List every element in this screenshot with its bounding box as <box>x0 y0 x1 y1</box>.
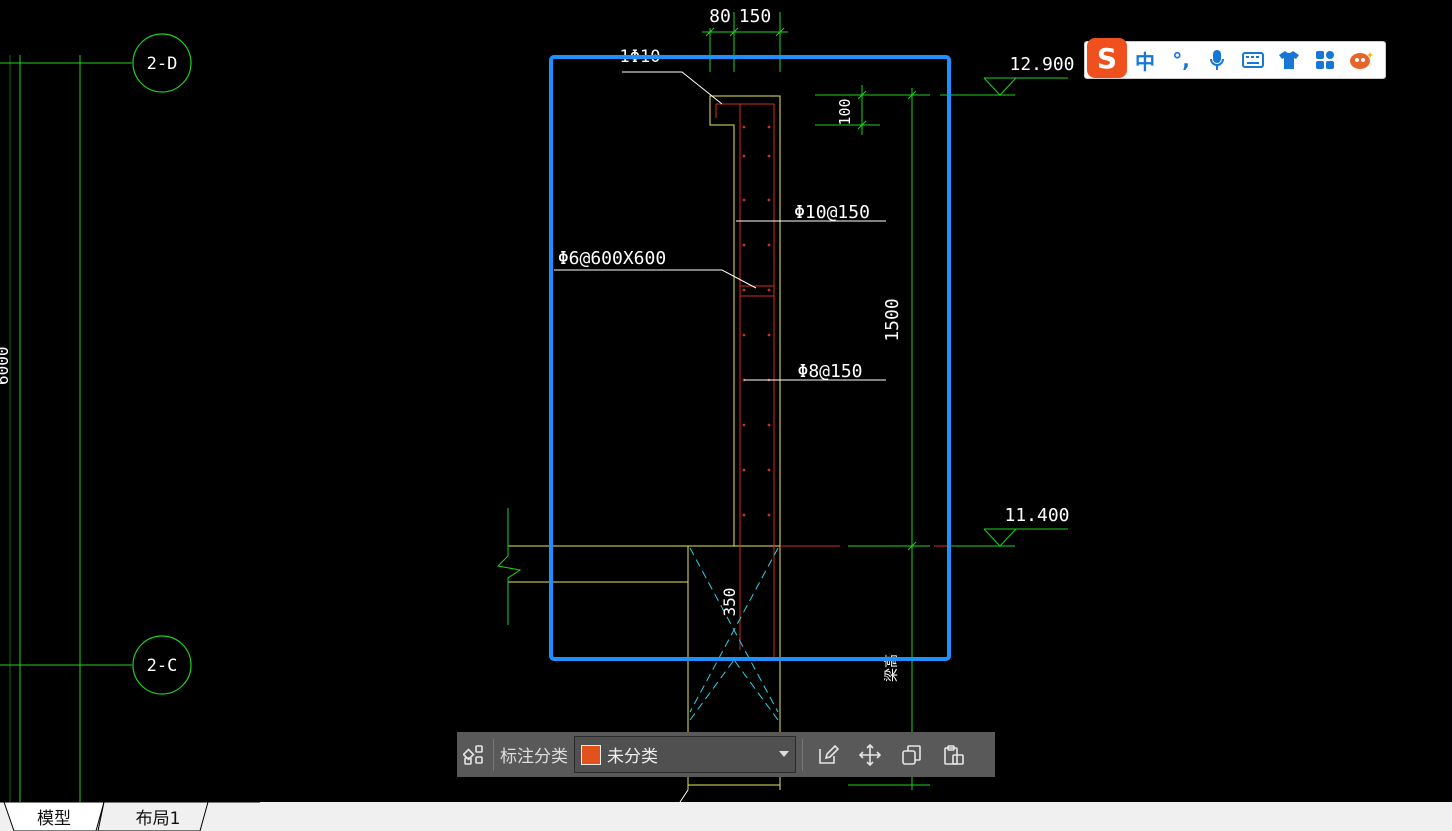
axis-bubble-2-d: 2-D <box>132 33 192 93</box>
category-color-swatch <box>581 744 601 765</box>
tab-layout1-label: 布局1 <box>135 809 181 829</box>
microphone-icon[interactable] <box>1199 45 1235 75</box>
keyboard-icon[interactable] <box>1235 45 1271 75</box>
mascot-icon[interactable] <box>1343 45 1379 75</box>
dim-80-text: 80 <box>709 6 731 27</box>
category-value: 未分类 <box>607 747 658 767</box>
leader-stub <box>679 789 689 803</box>
rebar-tie-label: Φ6@600X600 <box>558 248 666 269</box>
grid-lines <box>0 55 132 802</box>
edit-icon[interactable] <box>811 738 845 772</box>
rebar-dots <box>742 125 771 517</box>
rebar-horizontal-label: Φ10@150 <box>794 202 870 223</box>
annotation-category-label: 标注分类 <box>500 747 568 767</box>
rebar-lines <box>715 103 948 660</box>
dim-100-text: 100 <box>836 98 854 125</box>
cad-drawing-canvas[interactable]: 2-D 2-C 6000 80 150 100 1500 梁高 12.900 1… <box>0 0 1452 831</box>
elevation-bottom-text: 11.400 <box>1004 505 1069 526</box>
annotation-toolbar: 标注分类 未分类 <box>457 732 995 777</box>
toolbar-separator <box>802 738 803 771</box>
dim-1500-text: 1500 <box>882 298 903 341</box>
break-line <box>496 508 522 625</box>
parapet-outline <box>508 95 781 790</box>
ime-punctuation-button[interactable]: °, <box>1163 45 1199 75</box>
layout-tabs: 模型 布局1 <box>0 802 1452 831</box>
selection-box[interactable] <box>549 55 951 661</box>
tab-layout1[interactable]: 布局1 <box>106 802 210 831</box>
height-dimension <box>848 88 930 790</box>
chevron-down-icon[interactable] <box>779 751 789 757</box>
rebar-vertical-label: Φ8@150 <box>797 361 862 382</box>
elevation-top-text: 12.900 <box>1009 54 1074 75</box>
ime-toolbar[interactable]: S 中 °, <box>1084 38 1386 79</box>
paste-icon[interactable] <box>937 738 971 772</box>
dim-350-text: 350 <box>720 588 739 617</box>
annotation-category-select[interactable]: 未分类 <box>574 736 796 773</box>
elevation-top <box>940 77 1068 96</box>
toolbar-separator <box>493 738 494 771</box>
elevation-bottom <box>940 528 1068 547</box>
sogou-logo-icon[interactable]: S <box>1087 38 1127 78</box>
axis-bubble-2-c: 2-C <box>132 635 192 695</box>
select-similar-icon[interactable] <box>457 738 491 772</box>
shirt-icon[interactable] <box>1271 45 1307 75</box>
tab-model-label: 模型 <box>37 809 71 829</box>
axis-label: 2-C <box>147 656 178 676</box>
apps-icon[interactable] <box>1307 45 1343 75</box>
axis-label: 2-D <box>147 54 178 74</box>
dim-150-text: 150 <box>739 6 772 27</box>
beam-hatch <box>689 547 779 721</box>
left-dimension-text: 6000 <box>0 346 12 385</box>
tab-model[interactable]: 模型 <box>4 802 104 831</box>
copy-icon[interactable] <box>895 738 929 772</box>
move-icon[interactable] <box>853 738 887 772</box>
ime-language-button[interactable]: 中 <box>1127 45 1163 75</box>
